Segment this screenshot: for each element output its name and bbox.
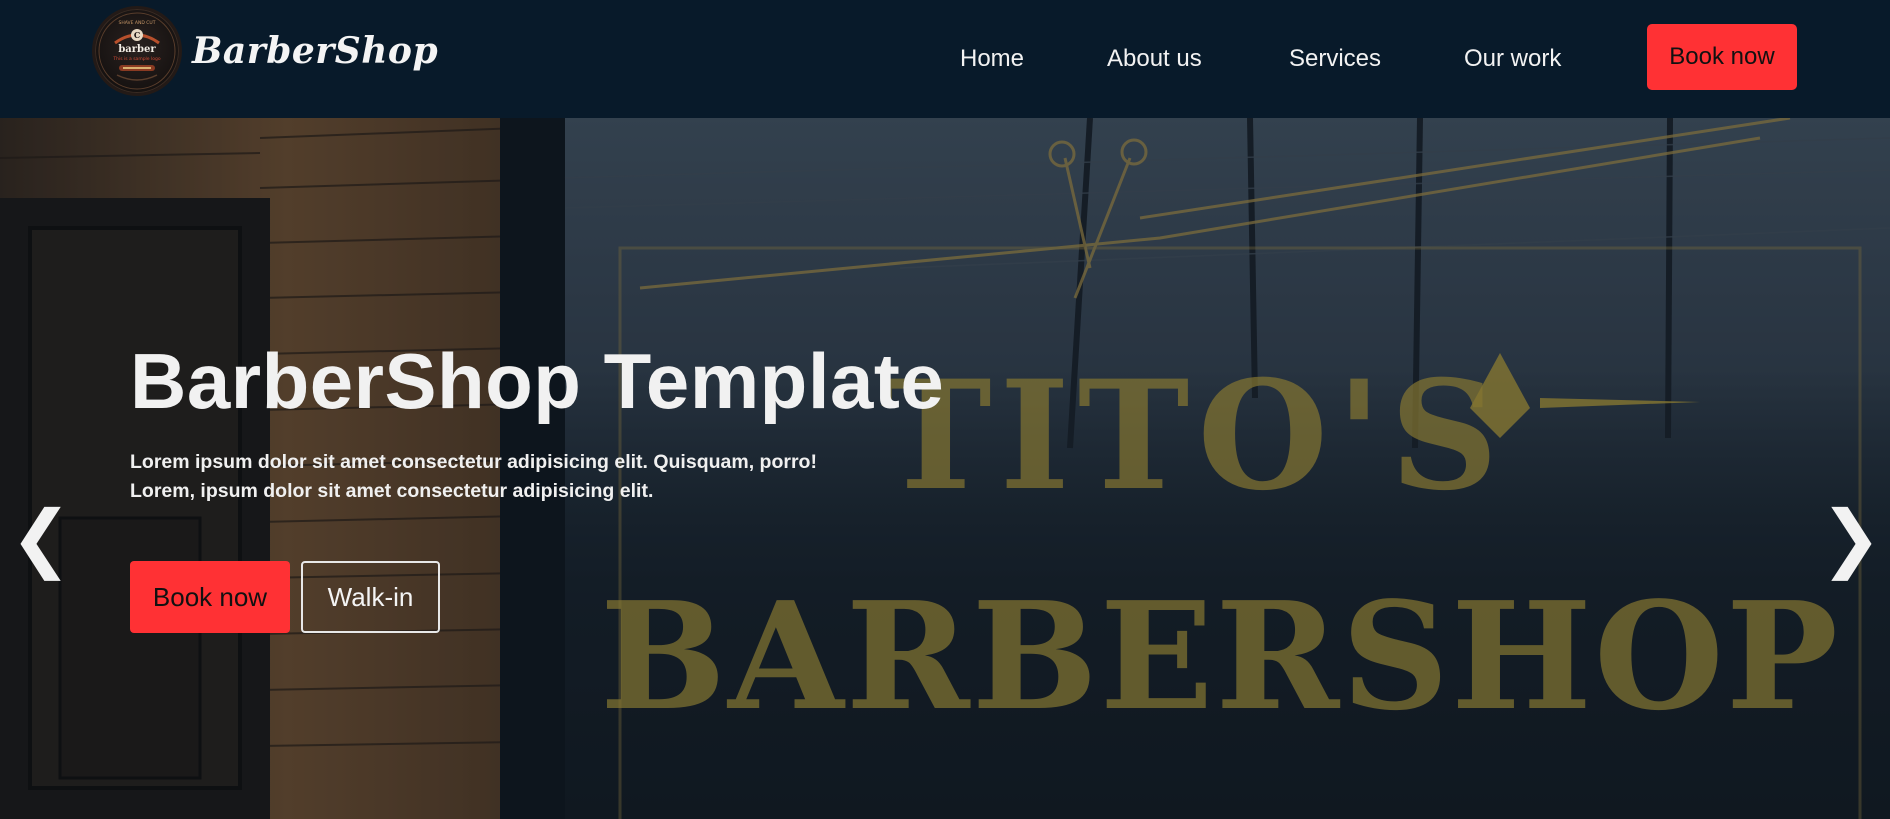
hero-title: BarberShop Template bbox=[130, 337, 945, 425]
barber-logo-badge-icon: C SHAVE AND CUT barber This is a sample … bbox=[92, 6, 182, 96]
hero-book-now-button[interactable]: Book now bbox=[130, 561, 290, 633]
nav-services[interactable]: Services bbox=[1289, 45, 1381, 73]
hero-description-line: Lorem ipsum dolor sit amet consectetur a… bbox=[130, 451, 817, 473]
hero-carousel: TITO'S BARBERSHOP BarberShop Template Lo… bbox=[0, 118, 1890, 819]
hero-walk-in-button[interactable]: Walk-in bbox=[301, 561, 440, 633]
logo[interactable]: C SHAVE AND CUT barber This is a sample … bbox=[92, 6, 438, 96]
logo-top-text: SHAVE AND CUT bbox=[119, 20, 156, 26]
logo-name: barber bbox=[118, 44, 156, 55]
nav-our-work[interactable]: Our work bbox=[1464, 45, 1561, 73]
hero-description-line: Lorem, ipsum dolor sit amet consectetur … bbox=[130, 480, 654, 502]
carousel-prev-icon[interactable]: ❮ bbox=[10, 493, 72, 583]
hero-description: Lorem ipsum dolor sit amet consectetur a… bbox=[130, 448, 930, 506]
logo-tagline: This is a sample logo bbox=[112, 56, 160, 62]
nav-home[interactable]: Home bbox=[960, 45, 1024, 73]
brand-name: BarberShop bbox=[192, 30, 439, 72]
nav-about-us[interactable]: About us bbox=[1107, 45, 1202, 73]
navbar: C SHAVE AND CUT barber This is a sample … bbox=[0, 0, 1890, 118]
nav-book-now-button[interactable]: Book now bbox=[1647, 24, 1797, 90]
carousel-next-icon[interactable]: ❯ bbox=[1820, 493, 1882, 583]
logo-initial: C bbox=[134, 30, 140, 40]
